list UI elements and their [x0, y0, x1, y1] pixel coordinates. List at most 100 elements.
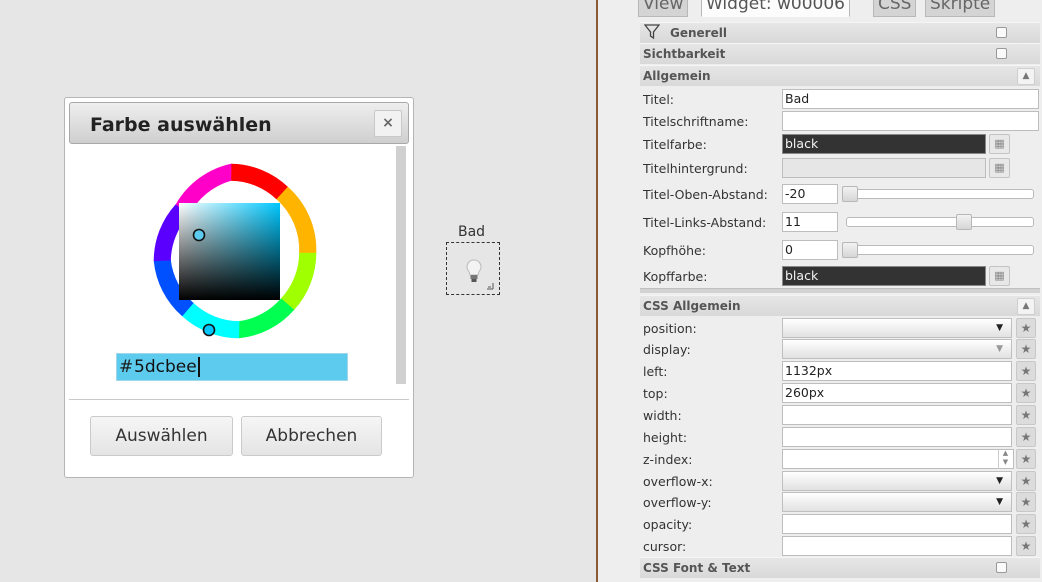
star-icon[interactable]: ★: [1016, 318, 1036, 338]
star-icon[interactable]: ★: [1016, 514, 1036, 534]
section-separator: [640, 288, 1040, 293]
overflowx-select[interactable]: ▼: [782, 471, 1012, 491]
links-abstand-input[interactable]: 11: [782, 212, 838, 232]
kopfhoehe-slider[interactable]: [846, 245, 1034, 255]
height-input[interactable]: [782, 427, 1012, 447]
display-select[interactable]: ▼: [782, 339, 1012, 359]
section-css-font-title: CSS Font & Text: [643, 561, 751, 575]
chevron-down-icon: ▼: [996, 344, 1003, 354]
generell-checkbox[interactable]: [996, 27, 1007, 38]
position-select[interactable]: ▼: [782, 318, 1012, 338]
opacity-input[interactable]: [782, 514, 1012, 534]
widget-title: Bad: [458, 224, 486, 240]
left-input[interactable]: 1132px: [782, 361, 1012, 381]
section-generell[interactable]: Generell: [640, 22, 1040, 43]
top-input[interactable]: 260px: [782, 383, 1012, 403]
tab-skripte[interactable]: Skripte: [925, 0, 996, 17]
titel-label: Titel:: [643, 92, 674, 107]
top-label: top:: [643, 386, 668, 401]
width-label: width:: [643, 408, 682, 423]
hash-prefix: #: [119, 357, 134, 377]
star-icon[interactable]: ★: [1016, 536, 1036, 556]
properties-panel: View Widget: w00006 CSS Skripte Generell…: [598, 0, 1042, 582]
position-label: position:: [643, 321, 697, 336]
star-icon[interactable]: ★: [1016, 405, 1036, 425]
hex-input[interactable]: # 5dcbee: [116, 353, 348, 381]
links-abstand-slider[interactable]: [846, 217, 1034, 227]
overflowy-label: overflow-y:: [643, 495, 712, 510]
lightbulb-icon: [466, 259, 494, 290]
select-button[interactable]: Auswählen: [90, 416, 233, 456]
color-picker-dialog: Farbe auswählen × # 5dcbee Auswählen Abb…: [64, 97, 414, 478]
kopfhoehe-input[interactable]: 0: [782, 240, 838, 260]
oben-abstand-handle[interactable]: [842, 186, 858, 202]
cancel-button[interactable]: Abbrechen: [241, 416, 382, 456]
cursor-input[interactable]: [782, 536, 1012, 556]
color-picker-icon[interactable]: ▦: [989, 266, 1010, 286]
section-allgemein-title: Allgemein: [643, 69, 711, 83]
css-font-checkbox[interactable]: [996, 562, 1007, 573]
color-picker-icon[interactable]: ▦: [989, 158, 1010, 178]
collapse-up-icon[interactable]: ▲: [1017, 298, 1035, 315]
star-icon[interactable]: ★: [1016, 449, 1036, 469]
dialog-title: Farbe auswählen: [90, 114, 272, 136]
tab-view[interactable]: View: [638, 0, 689, 17]
chevron-down-icon: ▼: [996, 323, 1003, 333]
filter-icon[interactable]: [644, 24, 660, 40]
width-input[interactable]: [782, 405, 1012, 425]
section-css-allgemein[interactable]: CSS Allgemein ▲: [640, 295, 1040, 316]
chevron-down-icon: ▼: [996, 476, 1003, 486]
links-abstand-handle[interactable]: [956, 214, 972, 230]
zindex-input[interactable]: [782, 449, 1014, 469]
oben-abstand-input[interactable]: -20: [782, 184, 838, 204]
kopfhoehe-handle[interactable]: [842, 242, 858, 258]
star-icon[interactable]: ★: [1016, 383, 1036, 403]
chevron-down-icon: ▼: [996, 497, 1003, 507]
star-icon[interactable]: ★: [1016, 471, 1036, 491]
titelfarbe-label: Titelfarbe:: [643, 137, 707, 152]
color-wheel[interactable]: [135, 157, 335, 357]
dialog-scrollbar[interactable]: [396, 146, 406, 384]
oben-abstand-slider[interactable]: [846, 189, 1034, 199]
star-icon[interactable]: ★: [1016, 339, 1036, 359]
titelschrift-label: Titelschriftname:: [643, 114, 749, 129]
tab-widget[interactable]: Widget: w00006: [701, 0, 850, 17]
section-allgemein[interactable]: Allgemein ▲: [640, 65, 1040, 86]
kopffarbe-input[interactable]: black: [782, 266, 986, 286]
section-css-font[interactable]: CSS Font & Text: [640, 557, 1040, 578]
oben-abstand-label: Titel-Oben-Abstand:: [643, 187, 768, 202]
titelschrift-input[interactable]: [782, 111, 1039, 131]
kopfhoehe-label: Kopfhöhe:: [643, 243, 706, 258]
cursor-label: cursor:: [643, 539, 687, 554]
star-icon[interactable]: ★: [1016, 427, 1036, 447]
close-button[interactable]: ×: [374, 110, 402, 137]
spinner-arrows-icon[interactable]: ▲ ▼: [998, 449, 1012, 469]
titel-input[interactable]: Bad: [782, 89, 1039, 109]
links-abstand-label: Titel-Links-Abstand:: [643, 215, 767, 230]
opacity-label: opacity:: [643, 517, 693, 532]
titelfarbe-input[interactable]: black: [782, 134, 986, 154]
kopffarbe-label: Kopffarbe:: [643, 269, 708, 284]
section-css-allgemein-title: CSS Allgemein: [643, 299, 741, 313]
section-sichtbarkeit[interactable]: Sichtbarkeit: [640, 43, 1040, 64]
tab-css[interactable]: CSS: [873, 0, 917, 17]
widget-w00006[interactable]: [446, 242, 500, 295]
star-icon[interactable]: ★: [1016, 492, 1036, 512]
sichtbarkeit-checkbox[interactable]: [996, 48, 1007, 59]
hex-value[interactable]: 5dcbee: [134, 357, 200, 377]
editor-canvas: Farbe auswählen × # 5dcbee Auswählen Abb…: [0, 0, 597, 582]
titelhintergrund-input[interactable]: [782, 158, 986, 178]
section-generell-title: Generell: [670, 26, 727, 40]
collapse-up-icon[interactable]: ▲: [1017, 68, 1035, 85]
overflowy-select[interactable]: ▼: [782, 492, 1012, 512]
dialog-divider: [69, 399, 409, 400]
color-picker-icon[interactable]: ▦: [989, 134, 1010, 154]
overflowx-label: overflow-x:: [643, 474, 713, 489]
dialog-titlebar[interactable]: Farbe auswählen ×: [69, 102, 409, 144]
star-icon[interactable]: ★: [1016, 361, 1036, 381]
titelhintergrund-label: Titelhintergrund:: [643, 161, 748, 176]
height-label: height:: [643, 430, 688, 445]
section-sichtbarkeit-title: Sichtbarkeit: [643, 47, 726, 61]
left-label: left:: [643, 364, 668, 379]
display-label: display:: [643, 342, 691, 357]
